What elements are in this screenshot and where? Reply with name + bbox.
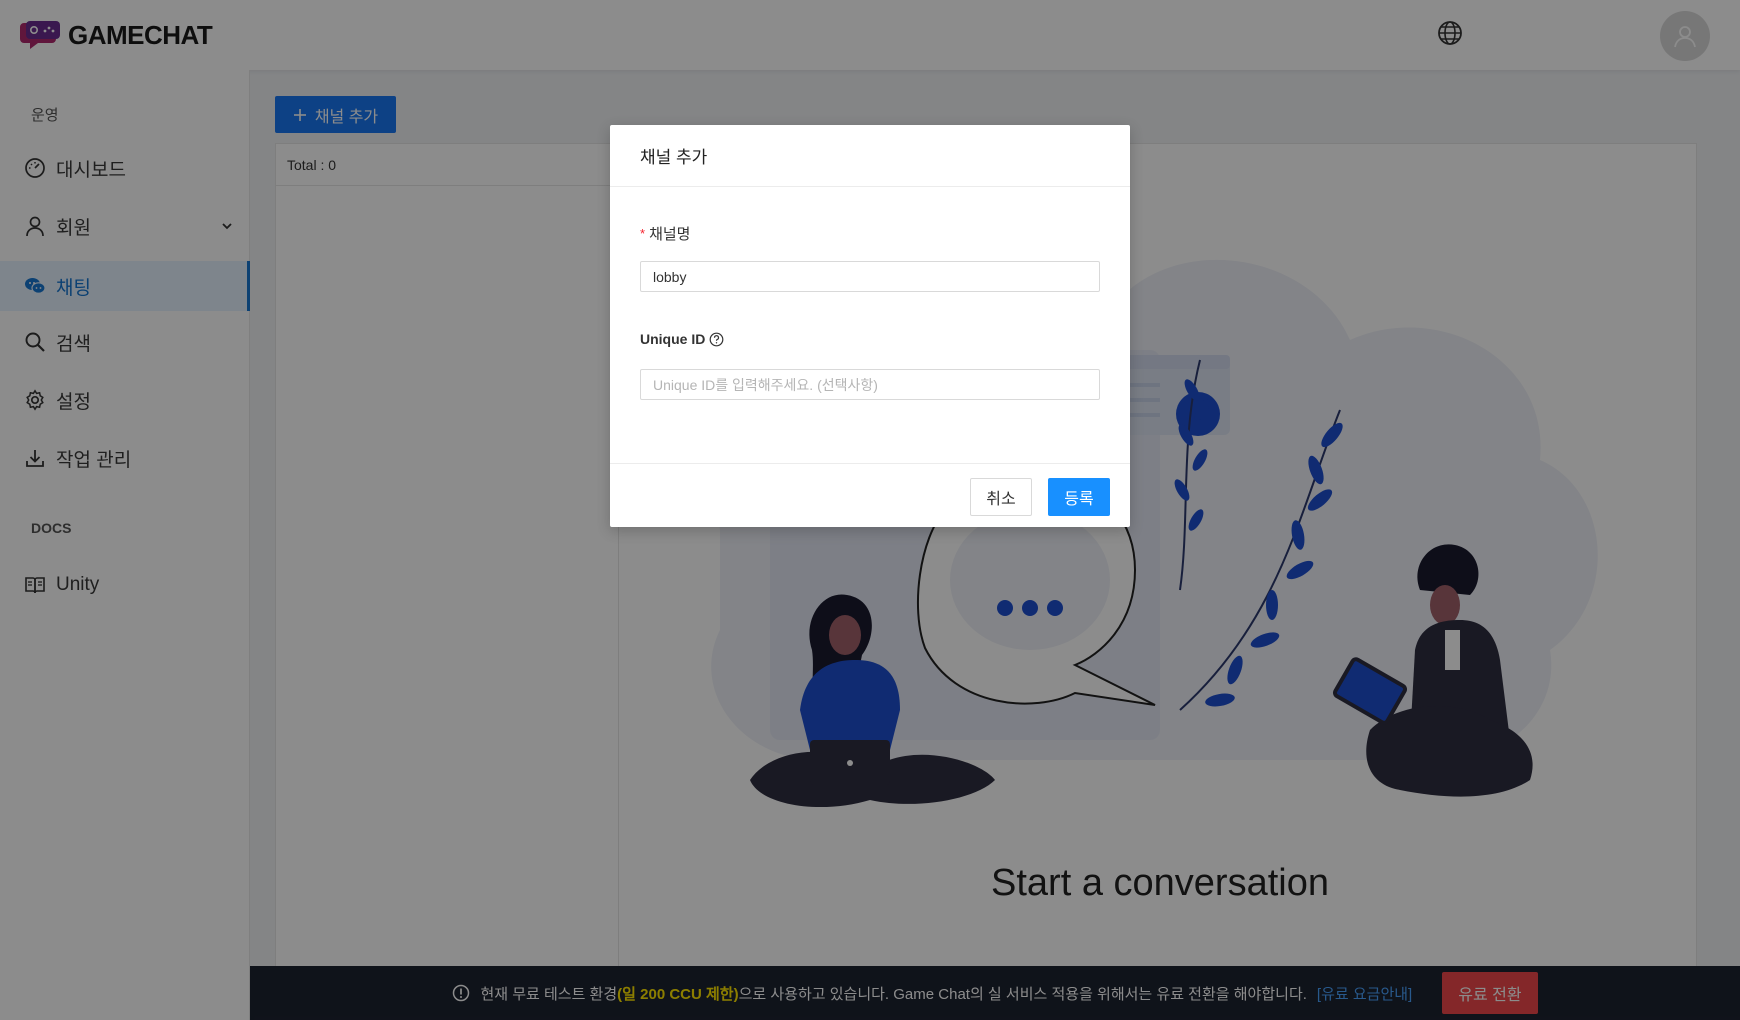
help-circle-icon[interactable] — [709, 332, 724, 347]
modal-title: 채널 추가 — [610, 125, 1130, 187]
channel-name-label-text: 채널명 — [649, 226, 691, 243]
required-mark: * — [640, 226, 646, 241]
unique-id-label-text: Unique ID — [640, 331, 706, 347]
modal-footer: 취소 등록 — [610, 463, 1130, 527]
submit-button[interactable]: 등록 — [1048, 478, 1110, 516]
add-channel-modal: 채널 추가 * 채널명 Unique ID 취소 등록 — [610, 125, 1130, 527]
unique-id-input[interactable] — [640, 369, 1100, 400]
channel-name-input[interactable] — [640, 261, 1100, 292]
channel-name-label: * 채널명 — [640, 223, 690, 244]
cancel-button[interactable]: 취소 — [970, 478, 1032, 516]
unique-id-label: Unique ID — [640, 331, 724, 347]
